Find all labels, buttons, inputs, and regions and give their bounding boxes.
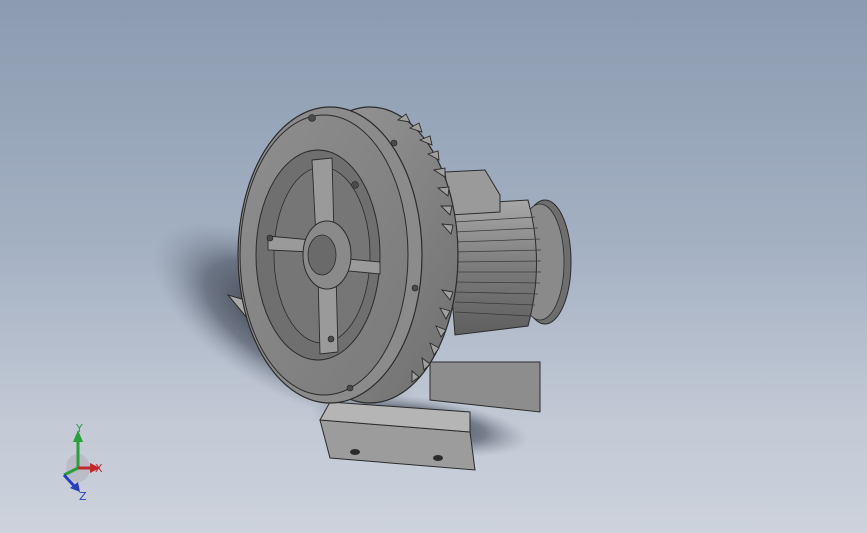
- y-axis-label: Y: [75, 422, 83, 435]
- orientation-triad: Y X Z: [62, 422, 103, 503]
- x-axis-label: X: [95, 462, 103, 475]
- front-cover: [237, 106, 423, 404]
- ring-blower-model[interactable]: [0, 0, 867, 533]
- z-axis-label: Z: [79, 490, 87, 503]
- motor-body: [444, 169, 542, 336]
- graphics-viewport[interactable]: Y X Z: [0, 0, 867, 533]
